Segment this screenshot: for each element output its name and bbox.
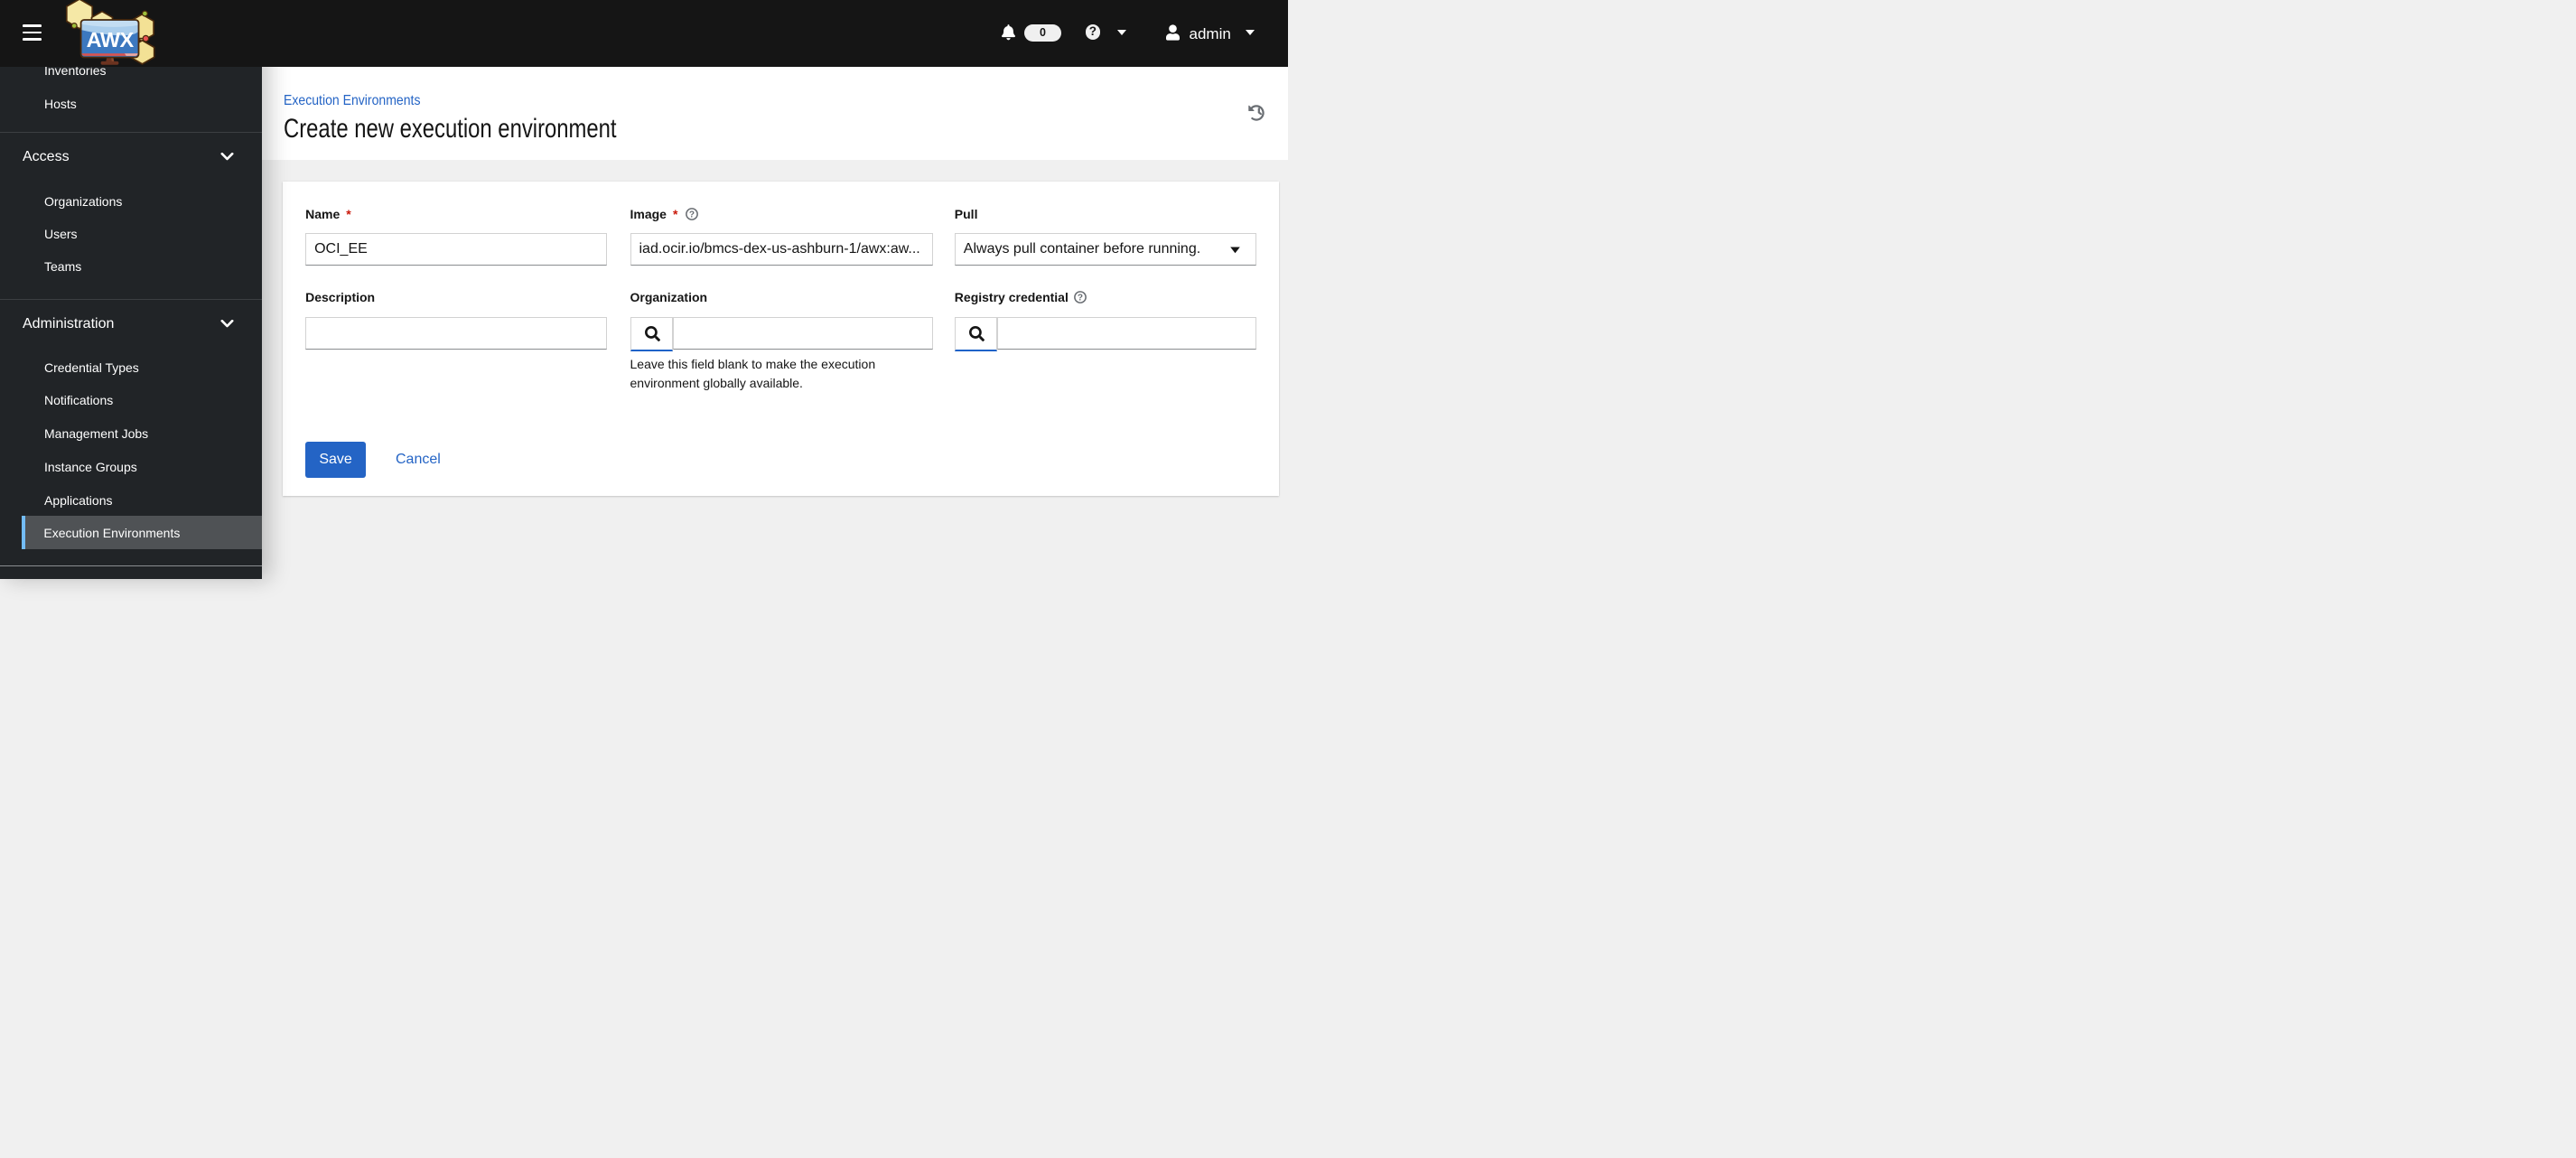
- svg-text:?: ?: [689, 210, 695, 219]
- svg-text:?: ?: [1078, 293, 1083, 303]
- svg-text:AWX: AWX: [87, 28, 135, 51]
